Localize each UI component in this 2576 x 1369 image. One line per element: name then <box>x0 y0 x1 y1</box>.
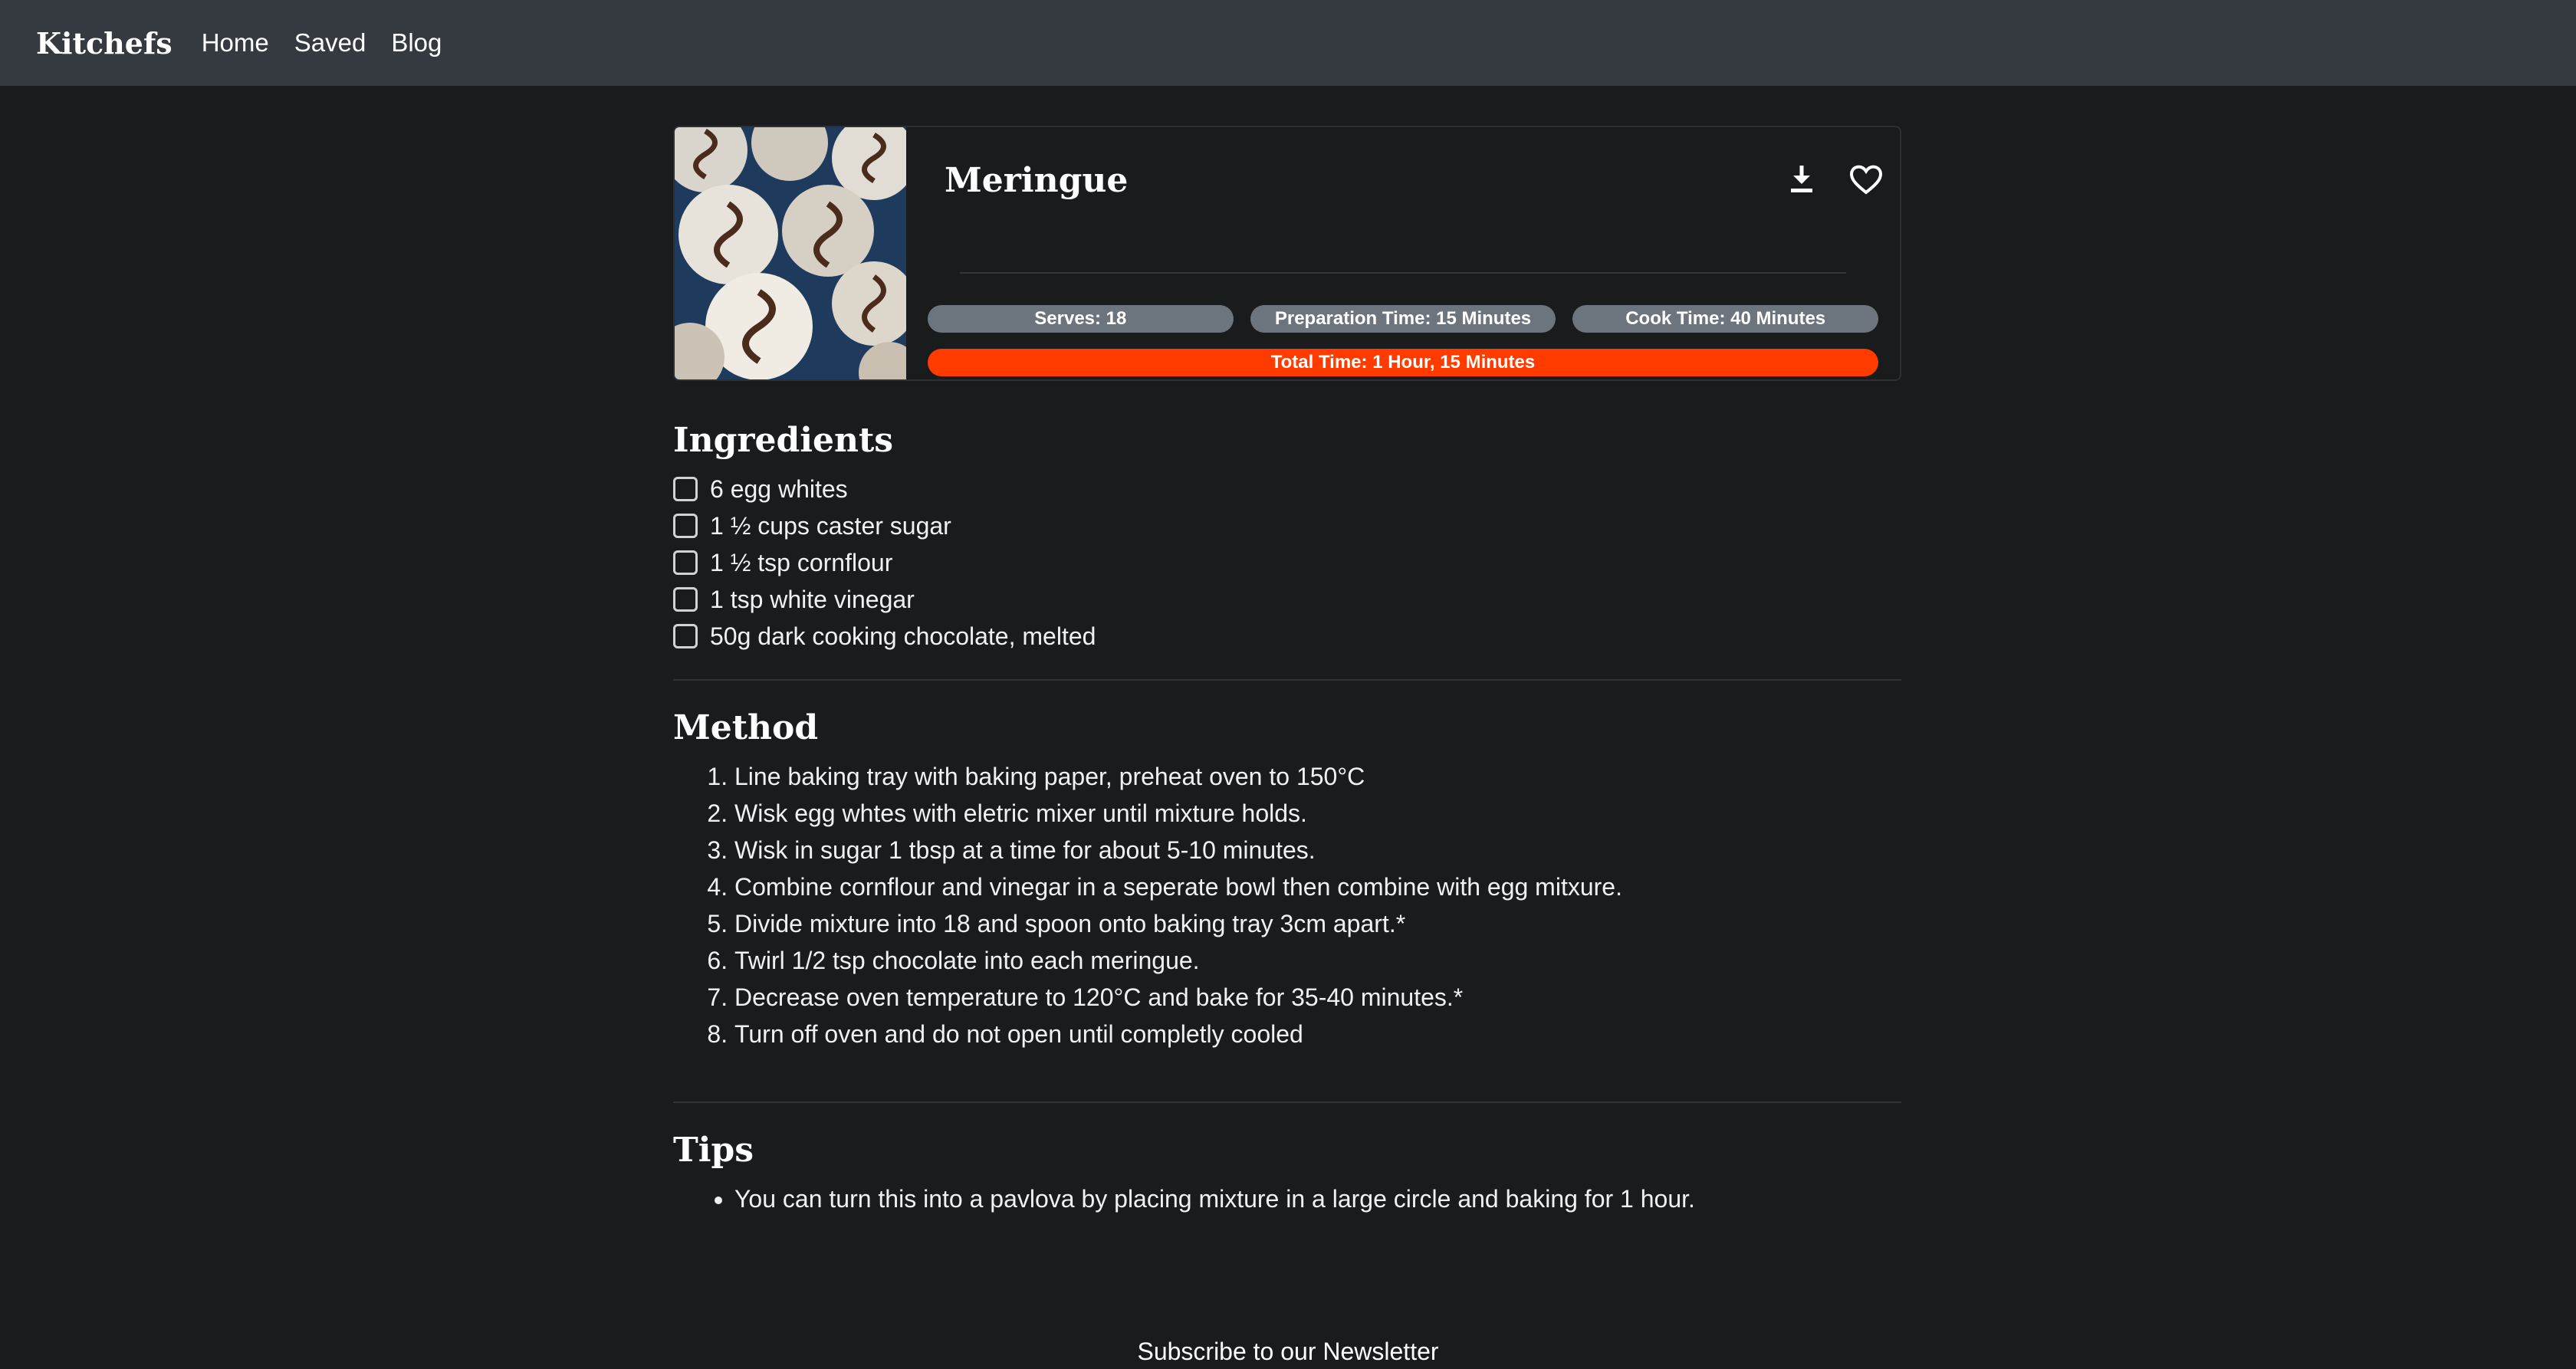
ingredients-heading: Ingredients <box>673 421 894 460</box>
method-step: Wisk in sugar 1 tbsp at a time for about… <box>734 832 1901 868</box>
method-step: Decrease oven temperature to 120°C and b… <box>734 979 1901 1016</box>
prep-time-badge: Preparation Time: 15 Minutes <box>1250 305 1556 333</box>
meringue-photo <box>675 127 906 379</box>
method-step: Turn off oven and do not open until comp… <box>734 1016 1901 1052</box>
title-divider <box>960 272 1846 274</box>
nav-link-home[interactable]: Home <box>202 28 269 57</box>
nav-link-blog[interactable]: Blog <box>391 28 442 57</box>
recipe-title: Meringue <box>945 161 1129 200</box>
cook-time-badge: Cook Time: 40 Minutes <box>1572 305 1879 333</box>
method-heading: Method <box>673 708 819 747</box>
serves-badge: Serves: 18 <box>928 305 1234 333</box>
recipe-badges: Serves: 18 Preparation Time: 15 Minutes … <box>928 305 1879 333</box>
ingredient-checkbox[interactable] <box>673 514 698 538</box>
method-step: Line baking tray with baking paper, preh… <box>734 758 1901 795</box>
ingredient-label: 50g dark cooking chocolate, melted <box>710 622 1096 650</box>
nav-link-saved[interactable]: Saved <box>294 28 366 57</box>
ingredient-label: 6 egg whites <box>710 474 848 503</box>
navbar: Kitchefs Home Saved Blog <box>0 0 2576 86</box>
method-step: Divide mixture into 18 and spoon onto ba… <box>734 905 1901 942</box>
ingredient-label: 1 ½ tsp cornflour <box>710 548 893 576</box>
ingredient-label: 1 ½ cups caster sugar <box>710 511 951 540</box>
download-icon[interactable] <box>1783 161 1820 198</box>
heart-icon[interactable] <box>1848 161 1884 198</box>
tips-heading: Tips <box>673 1131 754 1170</box>
method-step: Wisk egg whtes with eletric mixer until … <box>734 795 1901 832</box>
tips-list: You can turn this into a pavlova by plac… <box>673 1180 1901 1217</box>
ingredient-checkbox[interactable] <box>673 624 698 648</box>
ingredient-item: 50g dark cooking chocolate, melted <box>673 618 1901 655</box>
ingredient-checkbox[interactable] <box>673 587 698 612</box>
recipe-card: Meringue Serves: 18 Preparation Time: 15… <box>673 126 1901 381</box>
newsletter-heading: Subscribe to our Newsletter <box>1137 1338 1439 1365</box>
ingredient-item: 1 ½ cups caster sugar <box>673 507 1901 544</box>
method-list: Line baking tray with baking paper, preh… <box>673 758 1901 1052</box>
section-divider <box>673 1101 1901 1103</box>
tip-item: You can turn this into a pavlova by plac… <box>734 1180 1901 1217</box>
ingredient-label: 1 tsp white vinegar <box>710 585 915 613</box>
method-step: Combine cornflour and vinegar in a seper… <box>734 868 1901 905</box>
ingredient-item: 1 tsp white vinegar <box>673 581 1901 618</box>
ingredient-checkbox[interactable] <box>673 477 698 501</box>
brand-logo[interactable]: Kitchefs <box>36 26 172 61</box>
recipe-container: Meringue Serves: 18 Preparation Time: 15… <box>673 86 1901 1217</box>
ingredient-checkbox[interactable] <box>673 550 698 575</box>
recipe-card-body: Meringue Serves: 18 Preparation Time: 15… <box>906 127 1900 379</box>
section-divider <box>673 679 1901 681</box>
ingredient-item: 1 ½ tsp cornflour <box>673 544 1901 581</box>
ingredients-list: 6 egg whites 1 ½ cups caster sugar 1 ½ t… <box>673 471 1901 655</box>
ingredient-item: 6 egg whites <box>673 471 1901 507</box>
method-step: Twirl 1/2 tsp chocolate into each mering… <box>734 942 1901 979</box>
total-time-badge: Total Time: 1 Hour, 15 Minutes <box>928 349 1878 376</box>
